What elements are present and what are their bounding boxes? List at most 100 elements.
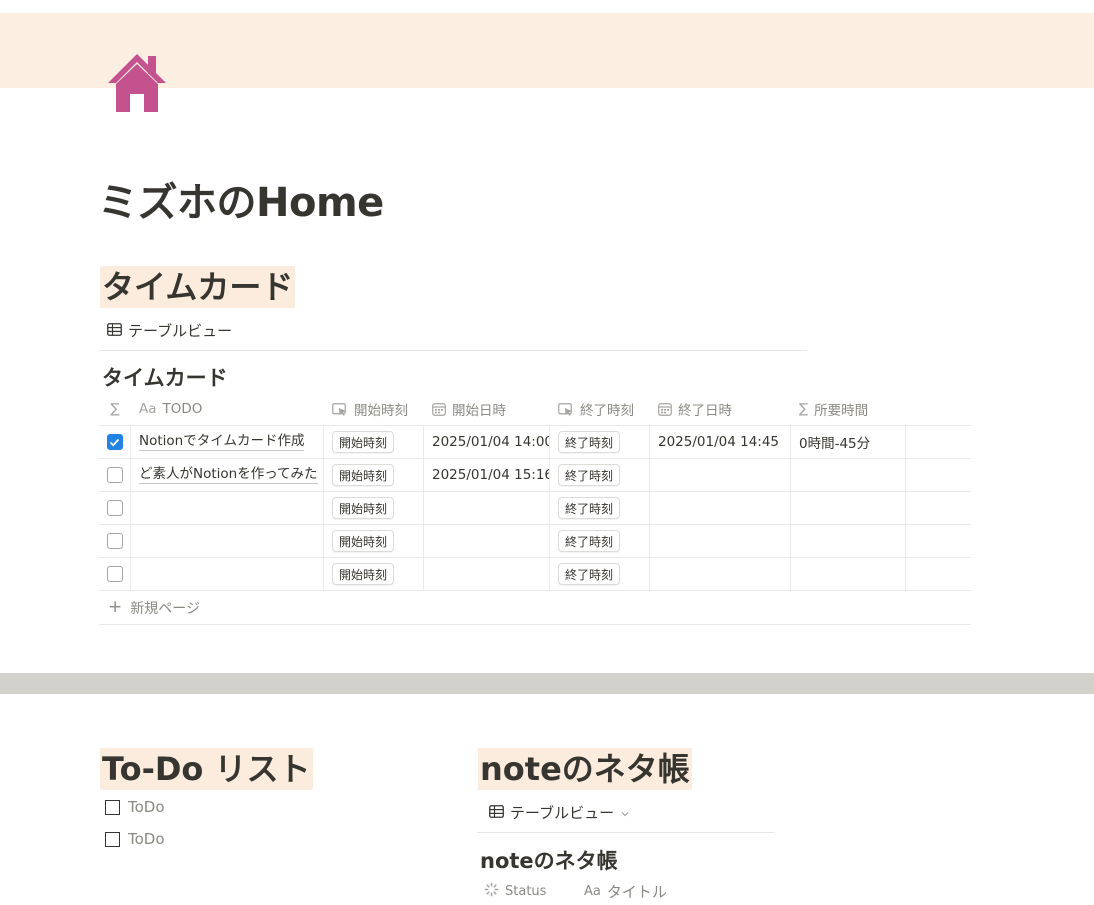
duration-cell[interactable] bbox=[791, 525, 906, 557]
end-datetime-cell[interactable] bbox=[650, 492, 791, 524]
note-view-tab[interactable]: テーブルビュー bbox=[489, 802, 630, 823]
todo-checkbox[interactable] bbox=[105, 799, 120, 815]
end-time-button[interactable]: 終了時刻 bbox=[558, 497, 621, 519]
start-time-button[interactable]: 開始時刻 bbox=[332, 563, 395, 585]
start-time-button[interactable]: 開始時刻 bbox=[332, 464, 395, 486]
plus-icon: + bbox=[108, 597, 123, 617]
column-header-0[interactable]: ∑ bbox=[99, 393, 131, 425]
check-icon bbox=[109, 438, 120, 446]
start-button-cell: 開始時刻 bbox=[324, 492, 424, 524]
duration: 0時間-45分 bbox=[799, 436, 871, 452]
timecard-heading[interactable]: タイムカード bbox=[100, 262, 296, 308]
column-header-5[interactable]: 終了日時 bbox=[650, 393, 791, 425]
end-datetime-cell[interactable] bbox=[650, 558, 791, 590]
todo-heading[interactable]: To-Do リスト bbox=[100, 744, 313, 790]
end-datetime-cell[interactable]: 2025/01/04 14:45 bbox=[650, 426, 791, 458]
end-button-cell: 終了時刻 bbox=[550, 525, 650, 557]
duration-cell[interactable]: 0時間-45分 bbox=[791, 426, 906, 458]
timecard-view-tab[interactable]: テーブルビュー bbox=[107, 320, 232, 341]
new-page-button[interactable]: + 新規ページ bbox=[99, 591, 971, 625]
column-header-4[interactable]: 終了時刻 bbox=[550, 393, 650, 425]
note-view-tab-label: テーブルビュー bbox=[510, 804, 615, 822]
note-db-title[interactable]: noteのネタ帳 bbox=[480, 845, 618, 875]
start-datetime-cell[interactable] bbox=[424, 525, 550, 557]
start-time-button[interactable]: 開始時刻 bbox=[332, 497, 395, 519]
status-column-header[interactable]: Status bbox=[484, 882, 584, 901]
start-button-cell: 開始時刻 bbox=[324, 525, 424, 557]
todo-heading-text: To-Do リスト bbox=[100, 748, 313, 790]
date-property-icon bbox=[432, 402, 446, 416]
todo-item[interactable]: ToDo bbox=[105, 830, 165, 848]
sigma-icon: ∑ bbox=[799, 401, 809, 417]
duration-cell[interactable] bbox=[791, 459, 906, 491]
end-time-button[interactable]: 終了時刻 bbox=[558, 530, 621, 552]
column-header-spacer bbox=[906, 393, 971, 425]
start-datetime-cell[interactable]: 2025/01/04 14:00 bbox=[424, 426, 550, 458]
row-checkbox[interactable] bbox=[106, 533, 123, 549]
title-cell[interactable] bbox=[131, 558, 324, 590]
title-cell[interactable]: ど素人がNotionを作ってみた bbox=[131, 459, 324, 491]
duration-cell[interactable] bbox=[791, 558, 906, 590]
checkbox-cell bbox=[99, 525, 131, 557]
column-header-label: 開始日時 bbox=[452, 403, 506, 419]
timecard-heading-text: タイムカード bbox=[100, 266, 296, 308]
end-datetime-cell[interactable] bbox=[650, 459, 791, 491]
table-row[interactable]: 開始時刻 終了時刻 bbox=[99, 492, 971, 525]
timecard-table: ∑ Aa TODO 開始時刻 開始日時 終了時刻 終了日時 ∑ 所要時間 Notionでタイムカ… bbox=[99, 393, 971, 625]
row-checkbox[interactable] bbox=[106, 434, 123, 450]
sigma-icon: ∑ bbox=[110, 401, 120, 417]
column-header-label: 終了日時 bbox=[678, 403, 732, 419]
title-column-header[interactable]: Aa タイトル bbox=[584, 881, 667, 902]
start-datetime: 2025/01/04 15:16 bbox=[432, 467, 550, 483]
todo-checkbox[interactable] bbox=[105, 831, 120, 847]
text-property-icon: Aa bbox=[584, 884, 601, 899]
todo-item[interactable]: ToDo bbox=[105, 798, 165, 816]
start-button-cell: 開始時刻 bbox=[324, 426, 424, 458]
title-cell[interactable] bbox=[131, 492, 324, 524]
table-row[interactable]: 開始時刻 終了時刻 bbox=[99, 558, 971, 591]
column-header-2[interactable]: 開始時刻 bbox=[324, 393, 424, 425]
todo-item-label: ToDo bbox=[128, 830, 165, 848]
column-header-3[interactable]: 開始日時 bbox=[424, 393, 550, 425]
note-heading[interactable]: noteのネタ帳 bbox=[478, 744, 692, 790]
checkbox-cell bbox=[99, 459, 131, 491]
button-property-icon bbox=[332, 402, 348, 416]
end-button-cell: 終了時刻 bbox=[550, 492, 650, 524]
end-datetime-cell[interactable] bbox=[650, 525, 791, 557]
button-property-icon bbox=[558, 402, 574, 416]
timecard-view-divider bbox=[99, 350, 807, 351]
end-time-button[interactable]: 終了時刻 bbox=[558, 431, 621, 453]
column-header-label: TODO bbox=[162, 401, 203, 417]
start-datetime-cell[interactable] bbox=[424, 492, 550, 524]
row-checkbox[interactable] bbox=[106, 500, 123, 516]
table-row[interactable]: ど素人がNotionを作ってみた 開始時刻 2025/01/04 15:16 終了時刻 bbox=[99, 459, 971, 492]
row-checkbox[interactable] bbox=[106, 467, 123, 483]
column-header-label: 終了時刻 bbox=[580, 403, 634, 419]
note-heading-text: noteのネタ帳 bbox=[478, 748, 692, 790]
end-time-button[interactable]: 終了時刻 bbox=[558, 464, 621, 486]
page-title[interactable]: ミズホのHome bbox=[98, 170, 384, 228]
duration-cell[interactable] bbox=[791, 492, 906, 524]
start-datetime-cell[interactable]: 2025/01/04 15:16 bbox=[424, 459, 550, 491]
start-time-button[interactable]: 開始時刻 bbox=[332, 530, 395, 552]
column-header-1[interactable]: Aa TODO bbox=[131, 393, 324, 425]
table-row[interactable]: Notionでタイムカード作成 開始時刻 2025/01/04 14:00 終了時刻 2… bbox=[99, 426, 971, 459]
column-header-6[interactable]: ∑ 所要時間 bbox=[791, 393, 906, 425]
start-datetime-cell[interactable] bbox=[424, 558, 550, 590]
row-checkbox[interactable] bbox=[106, 566, 123, 582]
column-header-label: 所要時間 bbox=[814, 403, 869, 419]
table-header-row: ∑ Aa TODO 開始時刻 開始日時 終了時刻 終了日時 ∑ 所要時間 bbox=[99, 393, 971, 426]
end-time-button[interactable]: 終了時刻 bbox=[558, 563, 621, 585]
row-title: ど素人がNotionを作ってみた bbox=[139, 466, 318, 484]
end-button-cell: 終了時刻 bbox=[550, 558, 650, 590]
title-column-label: タイトル bbox=[606, 883, 667, 901]
house-icon[interactable] bbox=[104, 50, 170, 114]
title-cell[interactable]: Notionでタイムカード作成 bbox=[131, 426, 324, 458]
title-cell[interactable] bbox=[131, 525, 324, 557]
todo-item-label: ToDo bbox=[128, 798, 165, 816]
table-row[interactable]: 開始時刻 終了時刻 bbox=[99, 525, 971, 558]
start-time-button[interactable]: 開始時刻 bbox=[332, 431, 395, 453]
timecard-db-title[interactable]: タイムカード bbox=[102, 362, 228, 392]
end-button-cell: 終了時刻 bbox=[550, 426, 650, 458]
text-property-icon: Aa bbox=[139, 401, 157, 417]
